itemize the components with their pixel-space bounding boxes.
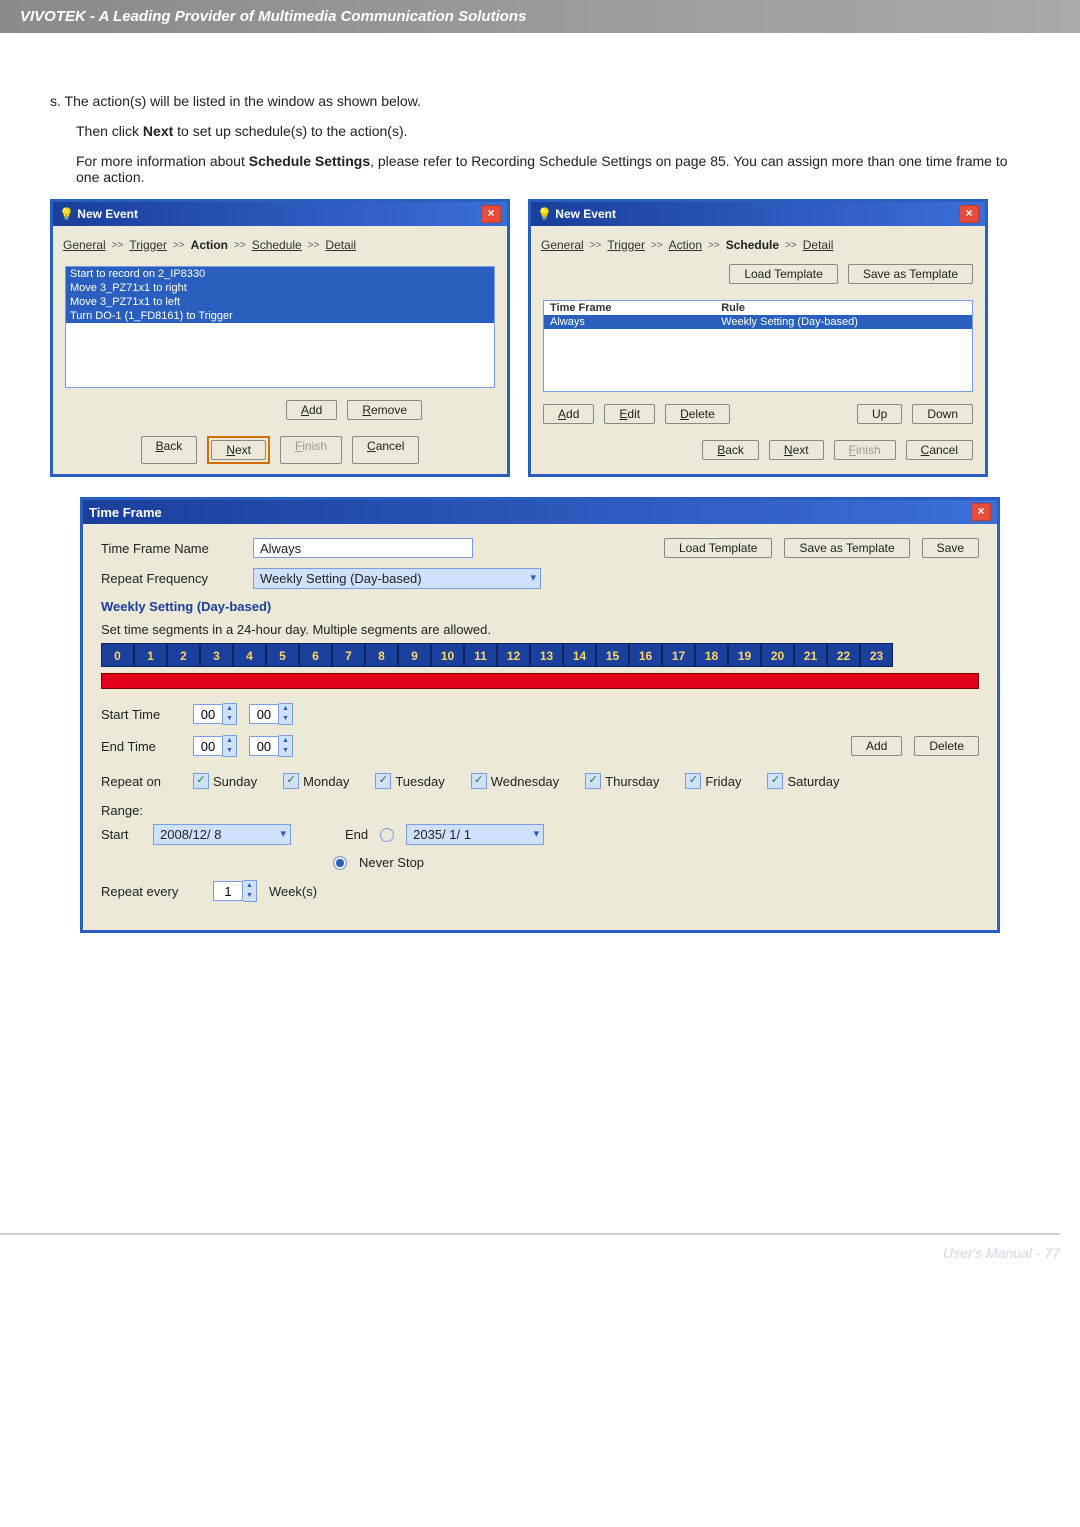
col-rule: Rule [715, 301, 972, 315]
range-start-label: Start [101, 827, 141, 842]
close-icon[interactable]: × [481, 205, 501, 223]
start-time-mm[interactable]: ▲▼ [249, 703, 293, 725]
back-button[interactable]: Back [141, 436, 198, 464]
finish-button: Finish [280, 436, 342, 464]
crumb-detail[interactable]: Detail [325, 238, 356, 252]
action-list[interactable]: Start to record on 2_IP8330 Move 3_PZ71x… [65, 266, 495, 388]
save-as-template-button[interactable]: Save as Template [784, 538, 909, 558]
end-time-mm[interactable]: ▲▼ [249, 735, 293, 757]
repeat-every-value[interactable]: ▲▼ [213, 880, 257, 902]
end-time-label: End Time [101, 739, 181, 754]
save-as-template-button[interactable]: Save as Template [848, 264, 973, 284]
time-frame-dialog: Time Frame × Time Frame Name Always Load… [80, 497, 1000, 933]
close-icon[interactable]: × [971, 503, 991, 521]
finish-button: Finish [834, 440, 896, 460]
cancel-button[interactable]: Cancel [906, 440, 973, 460]
step-s-schedule-info: For more information about Schedule Sett… [76, 153, 1030, 185]
end-time-hh[interactable]: ▲▼ [193, 735, 237, 757]
weekly-setting-group: Weekly Setting (Day-based) [101, 599, 979, 614]
back-button[interactable]: Back [702, 440, 759, 460]
chk-wednesday[interactable]: ✓Wednesday [471, 773, 559, 789]
table-row[interactable]: Always Weekly Setting (Day-based) [544, 315, 972, 329]
repeat-frequency-label: Repeat Frequency [101, 571, 241, 586]
new-event-schedule-dialog: 💡 New Event × General>> Trigger>> Action… [528, 199, 988, 477]
list-item[interactable]: Move 3_PZ71x1 to left [66, 295, 494, 309]
range-start-date[interactable]: 2008/12/ 8 [153, 824, 291, 845]
start-time-label: Start Time [101, 707, 181, 722]
chk-monday[interactable]: ✓Monday [283, 773, 349, 789]
list-item[interactable]: Turn DO-1 (1_FD8161) to Trigger [66, 309, 494, 323]
crumb-action[interactable]: Action [669, 238, 702, 252]
segments-hint: Set time segments in a 24-hour day. Mult… [101, 622, 979, 637]
up-button[interactable]: Up [857, 404, 902, 424]
hour-ruler: 0 1 2 3 4 5 6 7 8 9 10 11 12 13 14 15 16… [101, 643, 979, 667]
never-stop-radio[interactable] [333, 856, 347, 870]
list-item[interactable]: Start to record on 2_IP8330 [66, 267, 494, 281]
crumb-detail[interactable]: Detail [803, 238, 834, 252]
repeat-on-label: Repeat on [101, 774, 181, 789]
delete-button[interactable]: Delete [665, 404, 730, 424]
crumb-schedule: Schedule [726, 238, 779, 252]
chk-tuesday[interactable]: ✓Tuesday [375, 773, 444, 789]
next-button[interactable]: Next [769, 440, 824, 460]
repeat-frequency-select[interactable]: Weekly Setting (Day-based) [253, 568, 541, 589]
selected-range-bar[interactable] [101, 673, 979, 689]
remove-button[interactable]: Remove [347, 400, 422, 420]
chk-friday[interactable]: ✓Friday [685, 773, 741, 789]
chk-sunday[interactable]: ✓Sunday [193, 773, 257, 789]
never-stop-label: Never Stop [359, 855, 424, 870]
breadcrumb: General>> Trigger>> Action>> Schedule>> … [53, 226, 507, 260]
cancel-button[interactable]: Cancel [352, 436, 419, 464]
crumb-general[interactable]: General [63, 238, 106, 252]
brand-header: VIVOTEK - A Leading Provider of Multimed… [0, 0, 1080, 33]
new-event-action-dialog: 💡 New Event × General>> Trigger>> Action… [50, 199, 510, 477]
edit-button[interactable]: Edit [604, 404, 655, 424]
dialog-title: 💡 New Event [59, 207, 138, 221]
crumb-general[interactable]: General [541, 238, 584, 252]
chk-saturday[interactable]: ✓Saturday [767, 773, 839, 789]
range-end-label: End [345, 827, 368, 842]
save-button[interactable]: Save [922, 538, 979, 558]
col-time-frame: Time Frame [544, 301, 715, 315]
delete-segment-button[interactable]: Delete [914, 736, 979, 756]
dialog-title: Time Frame [89, 505, 162, 520]
breadcrumb: General>> Trigger>> Action>> Schedule>> … [531, 226, 985, 260]
repeat-every-label: Repeat every [101, 884, 201, 899]
close-icon[interactable]: × [959, 205, 979, 223]
add-segment-button[interactable]: Add [851, 736, 902, 756]
dialog-title: 💡 New Event [537, 207, 616, 221]
page-footer: User's Manual - 77 [0, 1233, 1080, 1261]
crumb-schedule[interactable]: Schedule [252, 238, 302, 252]
end-date-radio[interactable] [380, 828, 394, 842]
repeat-every-unit: Week(s) [269, 884, 317, 899]
time-frame-name-input[interactable]: Always [253, 538, 473, 558]
range-end-date[interactable]: 2035/ 1/ 1 [406, 824, 544, 845]
chk-thursday[interactable]: ✓Thursday [585, 773, 659, 789]
list-item[interactable]: Move 3_PZ71x1 to right [66, 281, 494, 295]
range-label: Range: [101, 803, 979, 818]
load-template-button[interactable]: Load Template [664, 538, 773, 558]
time-frame-name-label: Time Frame Name [101, 541, 241, 556]
step-s: s. The action(s) will be listed in the w… [50, 93, 1030, 109]
crumb-trigger[interactable]: Trigger [129, 238, 167, 252]
start-time-hh[interactable]: ▲▼ [193, 703, 237, 725]
schedule-table[interactable]: Time Frame Rule Always Weekly Setting (D… [543, 300, 973, 392]
down-button[interactable]: Down [912, 404, 973, 424]
crumb-trigger[interactable]: Trigger [607, 238, 645, 252]
next-button[interactable]: Next [211, 440, 266, 460]
add-button[interactable]: Add [543, 404, 594, 424]
crumb-action: Action [191, 238, 228, 252]
add-button[interactable]: Add [286, 400, 337, 420]
load-template-button[interactable]: Load Template [729, 264, 838, 284]
step-s-next: Then click Next to set up schedule(s) to… [76, 123, 1030, 139]
